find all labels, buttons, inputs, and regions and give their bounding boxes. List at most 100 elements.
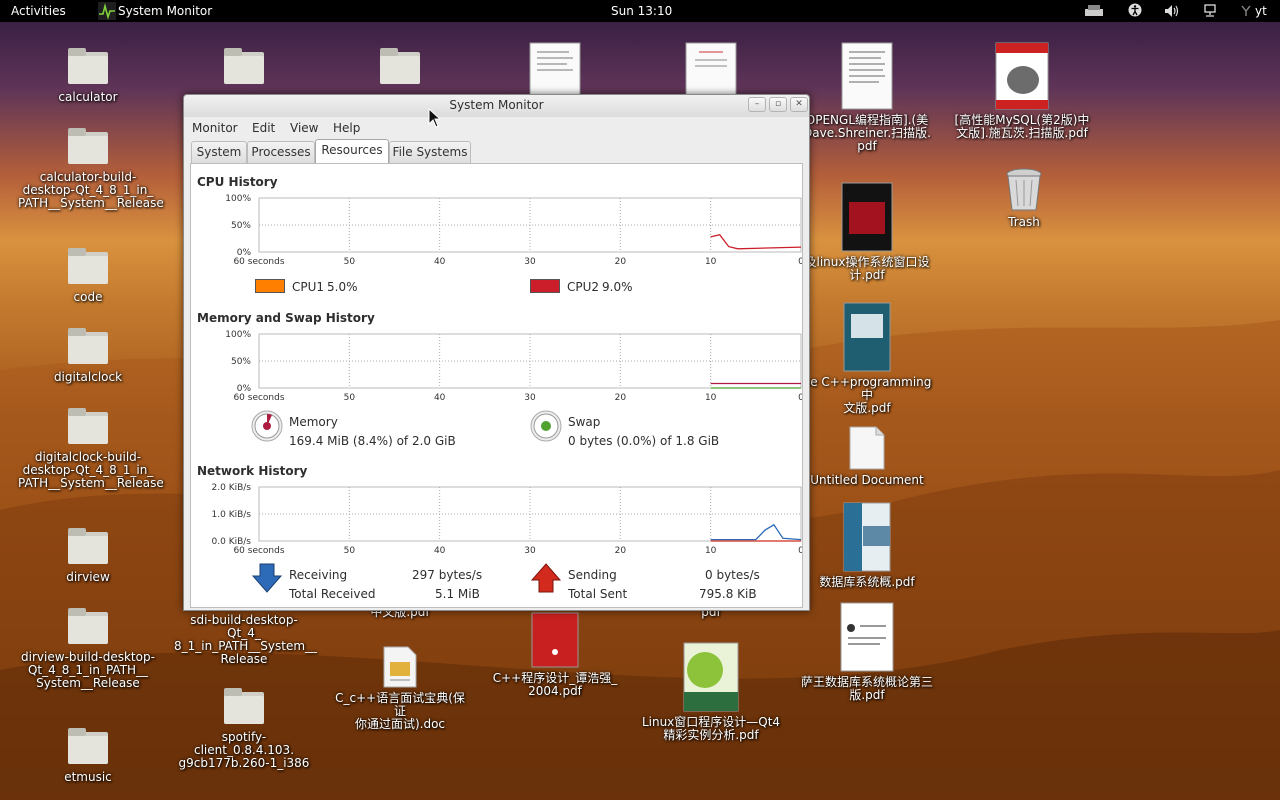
folder-etmusic[interactable]: etmusic (18, 726, 158, 784)
app-menu-title[interactable]: System Monitor (118, 4, 212, 18)
trash[interactable]: Trash (954, 166, 1094, 229)
folder-label: digitalclock (53, 370, 123, 384)
doc-c-interview[interactable]: C_c++语言面试宝典(保证 你通过面试).doc (330, 646, 470, 731)
maximize-button[interactable]: ▫ (769, 97, 787, 112)
close-button[interactable]: ✕ (790, 97, 808, 112)
network-wired-icon[interactable] (1203, 4, 1217, 21)
folder-label: System__Release (36, 676, 140, 690)
pdf-cpp-tanhaoqiang[interactable]: C++程序设计_谭浩强_ 2004.pdf (485, 612, 625, 698)
y-tick-label: 50% (231, 221, 251, 231)
accessibility-icon[interactable] (1128, 3, 1142, 20)
network-icon[interactable] (1084, 4, 1104, 21)
file-label: pdf (857, 139, 877, 153)
swap-pie-icon[interactable] (530, 410, 562, 442)
text-document-icon (849, 426, 885, 470)
folder-code[interactable]: code (18, 246, 158, 304)
pdf-hidden-1[interactable] (485, 42, 625, 102)
folder-digitalclock[interactable]: digitalclock (18, 326, 158, 384)
pdf-linux-qt4[interactable]: Linux窗口程序设计—Qt4 精彩实例分析.pdf (641, 642, 781, 742)
pdf-mysql[interactable]: [高性能MySQL(第2版)中 文版].施瓦茨.扫描版.pdf (952, 42, 1092, 140)
x-tick-label: 0 (798, 546, 802, 556)
folder-digitalclock-build[interactable]: digitalclock-build- desktop-Qt_4_8_1_in_… (18, 406, 164, 490)
menu-help[interactable]: Help (333, 121, 360, 135)
x-tick-label: 50 (344, 257, 356, 267)
folder-label: spotify-client_0.8.4.103. (193, 730, 295, 757)
clock[interactable]: Sun 13:10 (611, 4, 672, 18)
tab-processes[interactable]: Processes (247, 141, 315, 163)
untitled-document[interactable]: Untitled Document (797, 426, 937, 487)
sending-arrow-icon[interactable] (530, 562, 562, 594)
pdf-thumbnail-icon (529, 42, 581, 98)
file-label: 计.pdf (849, 268, 885, 282)
tab-file-systems[interactable]: File Systems (389, 141, 471, 163)
folder-dirview[interactable]: dirview (18, 526, 158, 584)
pdf-thumbnail-icon (843, 502, 891, 572)
cpu1-color-swatch[interactable] (255, 279, 285, 293)
x-tick-label: 20 (615, 393, 627, 403)
x-tick-label: 60 seconds (233, 546, 284, 556)
maximize-icon: ▫ (774, 99, 782, 109)
pdf-hidden-2[interactable] (641, 42, 781, 102)
folder-icon (68, 528, 108, 564)
file-label: 2004.pdf (528, 684, 582, 698)
window-titlebar[interactable]: System Monitor – ▫ ✕ (184, 95, 809, 117)
y-tick-label: 100% (225, 194, 251, 204)
memory-label: Memory (289, 415, 338, 429)
cpu2-color-swatch[interactable] (530, 279, 560, 293)
folder-dirview-build[interactable]: dirview-build-desktop- Qt_4_8_1_in_PATH_… (18, 606, 158, 690)
tab-resources[interactable]: Resources (315, 139, 389, 164)
minimize-button[interactable]: – (748, 97, 766, 112)
y-tick-label: 100% (225, 330, 251, 340)
x-tick-label: 30 (524, 546, 536, 556)
folder-calculator-build[interactable]: calculator-build- desktop-Qt_4_8_1_in_ P… (18, 126, 164, 210)
pdf-cpp-programming[interactable]: he C++programming中 文版.pdf (797, 302, 937, 415)
tab-system[interactable]: System (191, 141, 247, 163)
x-tick-label: 20 (615, 546, 627, 556)
memory-history-title: Memory and Swap History (197, 311, 375, 325)
file-label: 版.pdf (849, 688, 885, 702)
x-tick-label: 10 (705, 393, 717, 403)
file-label: 文版].施瓦茨.扫描版.pdf (956, 126, 1088, 140)
activities-button[interactable]: Activities (11, 4, 66, 18)
file-label: 精彩实例分析.pdf (663, 728, 759, 742)
total-received-value: 5.1 MiB (435, 587, 480, 601)
word-document-icon (383, 646, 417, 688)
user-menu[interactable]: yt (1255, 4, 1267, 18)
volume-icon[interactable] (1164, 4, 1180, 21)
user-icon[interactable] (1241, 4, 1251, 20)
pdf-db2[interactable]: 萨王数据库系统概论第三 版.pdf (797, 602, 937, 702)
memory-value: 169.4 MiB (8.4%) of 2.0 GiB (289, 434, 456, 448)
folder-hidden-2[interactable] (330, 46, 470, 91)
pdf-thumbnail-icon (841, 182, 893, 252)
folder-icon (224, 688, 264, 724)
folder-label: code (73, 290, 103, 304)
system-monitor-app-icon[interactable] (98, 2, 116, 23)
network-history-title: Network History (197, 464, 308, 478)
file-label: 数据库系统概.pdf (819, 575, 915, 589)
receiving-value: 297 bytes/s (412, 568, 483, 582)
pdf-thumbnail-icon (841, 42, 893, 110)
x-tick-label: 40 (434, 257, 446, 267)
menu-monitor[interactable]: Monitor (192, 121, 238, 135)
folder-icon (68, 408, 108, 444)
memory-pie-icon[interactable] (251, 410, 283, 442)
top-bar: Activities System Monitor Sun 13:10 yt (0, 0, 1280, 22)
pdf-opengl[interactable]: OPENGL编程指南].(美 Dave.Shreiner.扫描版. pdf (797, 42, 937, 153)
folder-sdi-build[interactable]: sdi-build-desktop-Qt_4_ 8_1_in_PATH__Sys… (174, 612, 317, 666)
folder-spotify-client[interactable]: spotify-client_0.8.4.103. g9cb177b.260-1… (174, 686, 314, 770)
folder-icon (68, 248, 108, 284)
menu-view[interactable]: View (290, 121, 318, 135)
y-tick-label: 1.0 KiB/s (212, 510, 252, 520)
menu-edit[interactable]: Edit (252, 121, 275, 135)
pdf-db1[interactable]: 数据库系统概.pdf (797, 502, 937, 589)
receiving-arrow-icon[interactable] (251, 562, 283, 594)
x-tick-label: 10 (705, 257, 717, 267)
pdf-thumbnail-icon (531, 612, 579, 668)
folder-hidden-1[interactable] (174, 46, 314, 91)
folder-calculator[interactable]: calculator (18, 46, 158, 104)
trash-icon (1006, 168, 1042, 211)
folder-icon (224, 48, 264, 84)
folder-icon (68, 328, 108, 364)
network-history-chart: 2.0 KiB/s1.0 KiB/s0.0 KiB/s60 seconds 50 4… (212, 483, 802, 556)
pdf-qt-linux[interactable]: 及linux操作系统窗口设 计.pdf (797, 182, 937, 282)
